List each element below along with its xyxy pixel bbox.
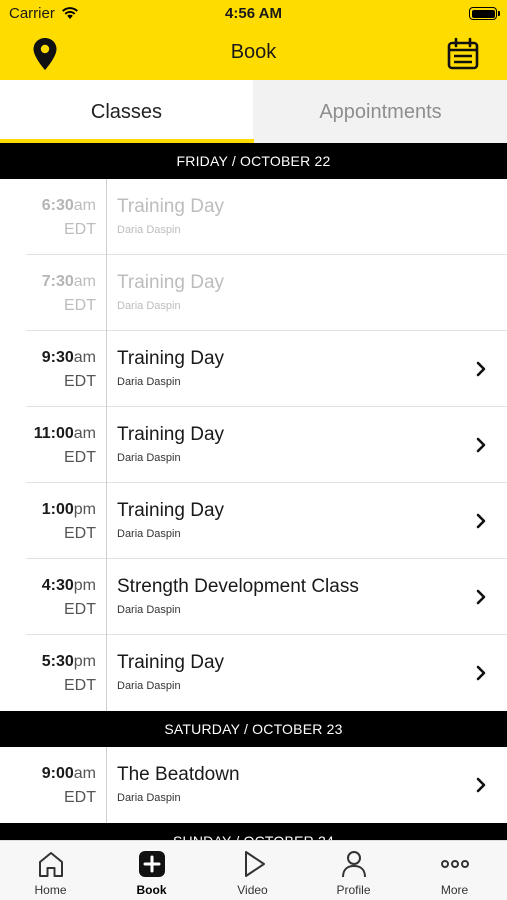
class-title: Training Day: [117, 348, 225, 369]
class-title: Training Day: [117, 196, 225, 217]
page-title: Book: [230, 41, 277, 63]
class-title: The Beatdown: [117, 764, 240, 785]
class-title: Training Day: [117, 272, 225, 293]
calendar-icon[interactable]: [446, 37, 480, 71]
chevron-right-icon[interactable]: [475, 361, 487, 377]
chevron-right-icon[interactable]: [475, 777, 487, 793]
nav-bar: Book: [0, 28, 507, 80]
instructor-name: Daria Daspin: [117, 300, 181, 312]
person-icon: [342, 851, 366, 878]
segment-tabs: Classes Appointments: [0, 80, 507, 143]
divider: [106, 635, 107, 711]
day-header: SATURDAY / OCTOBER 23: [0, 711, 507, 747]
time-column: 11:00am EDT: [0, 407, 96, 483]
divider: [106, 483, 107, 559]
class-time: 9:30am: [41, 349, 96, 366]
time-column: 1:00pm EDT: [0, 483, 96, 559]
day-header: FRIDAY / OCTOBER 22: [0, 143, 507, 179]
tab-classes[interactable]: Classes: [0, 80, 254, 143]
instructor-name: Daria Daspin: [117, 792, 181, 804]
instructor-name: Daria Daspin: [117, 452, 181, 464]
class-row[interactable]: 11:00am EDT Training Day Daria Daspin: [26, 407, 507, 483]
divider: [106, 179, 107, 255]
class-row[interactable]: 5:30pm EDT Training Day Daria Daspin: [26, 635, 507, 711]
timezone: EDT: [64, 677, 96, 694]
chevron-right-icon[interactable]: [475, 513, 487, 529]
divider: [106, 559, 107, 635]
class-time: 11:00am: [33, 425, 96, 442]
class-time: 5:30pm: [41, 653, 96, 670]
class-title: Strength Development Class: [117, 576, 359, 597]
tabbar-video[interactable]: Video: [202, 841, 303, 900]
time-column: 6:30am EDT: [0, 179, 96, 255]
tabbar-more[interactable]: More: [404, 841, 505, 900]
class-time: 9:00am: [41, 765, 96, 782]
instructor-name: Daria Daspin: [117, 680, 181, 692]
divider: [106, 747, 107, 823]
class-row[interactable]: 9:30am EDT Training Day Daria Daspin: [26, 331, 507, 407]
timezone: EDT: [64, 601, 96, 618]
status-bar: Carrier 4:56 AM: [0, 0, 507, 28]
day-header: SUNDAY / OCTOBER 24: [0, 823, 507, 840]
bottom-tab-bar: Home Book Video Profile More: [0, 840, 507, 900]
timezone: EDT: [64, 449, 96, 466]
tab-appointments[interactable]: Appointments: [254, 80, 507, 143]
tabbar-book[interactable]: Book: [101, 841, 202, 900]
class-schedule-list[interactable]: FRIDAY / OCTOBER 22 6:30am EDT Training …: [0, 143, 507, 840]
home-icon: [39, 852, 63, 877]
tabbar-home-label: Home: [34, 883, 67, 897]
tabbar-more-label: More: [440, 883, 469, 897]
class-time: 4:30pm: [41, 577, 96, 594]
timezone: EDT: [64, 789, 96, 806]
class-time: 7:30am: [41, 273, 96, 290]
divider: [106, 407, 107, 483]
more-dots-icon: [441, 860, 469, 868]
class-row[interactable]: 6:30am EDT Training Day Daria Daspin: [26, 179, 507, 255]
class-row[interactable]: 7:30am EDT Training Day Daria Daspin: [26, 255, 507, 331]
tab-classes-label: Classes: [90, 101, 163, 123]
timezone: EDT: [64, 221, 96, 238]
time-column: 9:30am EDT: [0, 331, 96, 407]
time-column: 9:00am EDT: [0, 747, 96, 823]
class-row[interactable]: 9:00am EDT The Beatdown Daria Daspin: [26, 747, 507, 823]
class-title: Training Day: [117, 424, 225, 445]
clock: 4:56 AM: [225, 5, 282, 22]
tabbar-video-label: Video: [237, 883, 268, 897]
divider: [106, 255, 107, 331]
class-row[interactable]: 1:00pm EDT Training Day Daria Daspin: [26, 483, 507, 559]
time-column: 5:30pm EDT: [0, 635, 96, 711]
tabbar-home[interactable]: Home: [0, 841, 101, 900]
divider: [106, 331, 107, 407]
time-column: 7:30am EDT: [0, 255, 96, 331]
instructor-name: Daria Daspin: [117, 528, 181, 540]
chevron-right-icon[interactable]: [475, 665, 487, 681]
battery-icon: [469, 7, 500, 20]
timezone: EDT: [64, 373, 96, 390]
chevron-right-icon[interactable]: [475, 589, 487, 605]
tabbar-book-label: Book: [136, 883, 167, 897]
class-title: Training Day: [117, 500, 225, 521]
instructor-name: Daria Daspin: [117, 376, 181, 388]
tabbar-profile-label: Profile: [336, 883, 371, 897]
tabbar-profile[interactable]: Profile: [303, 841, 404, 900]
instructor-name: Daria Daspin: [117, 224, 181, 236]
timezone: EDT: [64, 297, 96, 314]
time-column: 4:30pm EDT: [0, 559, 96, 635]
class-time: 6:30am: [41, 197, 96, 214]
chevron-right-icon[interactable]: [475, 437, 487, 453]
tab-appointments-label: Appointments: [319, 101, 442, 123]
instructor-name: Daria Daspin: [117, 604, 181, 616]
plus-square-icon: [139, 851, 165, 877]
class-time: 1:00pm: [41, 501, 96, 518]
class-row[interactable]: 4:30pm EDT Strength Development Class Da…: [26, 559, 507, 635]
timezone: EDT: [64, 525, 96, 542]
play-icon: [245, 851, 265, 877]
class-title: Training Day: [117, 652, 225, 673]
